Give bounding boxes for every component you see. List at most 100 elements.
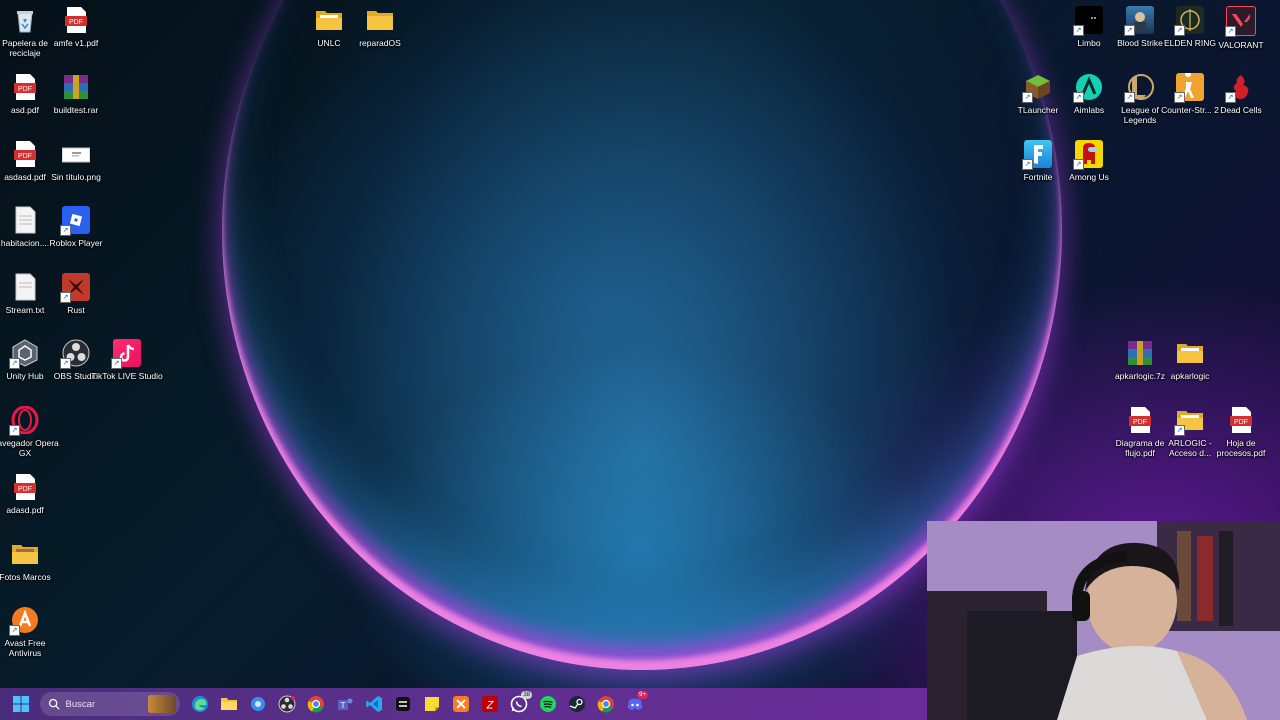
limbo-icon: ↗: [1073, 6, 1103, 36]
taskbar-capcut[interactable]: [390, 691, 416, 717]
pdf-icon: PDF: [1126, 406, 1154, 434]
text-file-icon: [11, 273, 39, 301]
taskbar-file-explorer[interactable]: [216, 691, 242, 717]
recycle-bin-icon: [11, 6, 39, 34]
shortcut-arrow-icon: ↗: [1174, 425, 1185, 436]
desktop-icon-among-us[interactable]: ↗ Among Us: [1053, 140, 1125, 182]
svg-text:PDF: PDF: [1133, 419, 1147, 426]
capcut-icon: [396, 697, 410, 711]
desktop-icon-label: Limbo: [1077, 38, 1101, 48]
shortcut-arrow-icon: ↗: [111, 358, 122, 369]
desktop-icon-label: Dead Cells: [1220, 105, 1262, 115]
taskbar-edge[interactable]: [187, 691, 213, 717]
taskbar-search-box[interactable]: Buscar: [39, 692, 180, 716]
desktop-icon-label: VALORANT: [1218, 40, 1264, 50]
valorant-icon: ↗: [1225, 6, 1256, 37]
taskbar-chrome[interactable]: [303, 691, 329, 717]
elden-ring-icon: ↗: [1174, 6, 1204, 36]
edge-icon: [192, 696, 208, 712]
desktop-icon-label: Stream.txt: [5, 305, 45, 315]
desktop-icon-label: Aimlabs: [1073, 105, 1105, 115]
vscode-icon: [366, 696, 382, 712]
opera-gx-icon: ↗: [9, 406, 39, 436]
shortcut-arrow-icon: ↗: [1022, 159, 1033, 170]
desktop-icon-label: Among Us: [1069, 172, 1109, 182]
shortcut-arrow-icon: ↗: [1073, 159, 1084, 170]
shortcut-arrow-icon: ↗: [1124, 92, 1135, 103]
desktop-icon-label: apkarlogic: [1170, 371, 1210, 381]
desktop-icon-valorant[interactable]: ↗ VALORANT: [1205, 6, 1277, 50]
chrome-icon: [597, 696, 614, 713]
desktop-icon-label: Navegador Opera GX: [0, 438, 59, 458]
desktop-icon-label: Fotos Marcos: [0, 572, 51, 582]
desktop-icon-apkarlogic[interactable]: apkarlogic: [1154, 339, 1226, 381]
desktop-icon-label: UNLC: [317, 38, 341, 48]
desktop-icon-fotos-marcos[interactable]: Fotos Marcos: [0, 540, 61, 582]
desktop-icon-label: asd.pdf: [11, 105, 39, 115]
desktop-icon-rust[interactable]: ↗ Rust: [40, 273, 112, 315]
desktop-icon-amfe-pdf[interactable]: PDF amfe v1.pdf: [40, 6, 112, 48]
shortcut-arrow-icon: ↗: [9, 358, 20, 369]
desktop-icon-hoja-de-procesos[interactable]: PDF Hoja de procesos.pdf: [1205, 406, 1277, 458]
start-button[interactable]: [8, 691, 34, 717]
desktop-icon-reparados[interactable]: reparadOS: [344, 6, 416, 48]
taskbar-teams[interactable]: T: [332, 691, 358, 717]
shortcut-arrow-icon: ↗: [1073, 25, 1084, 36]
svg-text:T: T: [341, 701, 346, 710]
taskbar-spotify[interactable]: [535, 691, 561, 717]
pdf-icon: PDF: [62, 6, 90, 34]
pdf-icon: PDF: [11, 73, 39, 101]
desktop-icon-opera-gx[interactable]: ↗ Navegador Opera GX: [0, 406, 61, 458]
folder-icon: ↗: [1174, 406, 1204, 436]
webcam-person-image: [927, 521, 1280, 720]
shortcut-arrow-icon: ↗: [1225, 26, 1236, 37]
blood-strike-icon: ↗: [1124, 6, 1154, 36]
desktop-icon-label: adasd.pdf: [6, 505, 44, 515]
desktop-icon-buildtest-rar[interactable]: buildtest.rar: [40, 73, 112, 115]
desktop-icon-label: buildtest.rar: [53, 105, 99, 115]
webcam-overlay: [927, 521, 1280, 720]
taskbar-filezilla[interactable]: Z: [477, 691, 503, 717]
taskbar-sticky-notes[interactable]: [419, 691, 445, 717]
search-highlight-image: [147, 695, 176, 713]
tlauncher-icon: ↗: [1022, 73, 1052, 103]
winrar-icon: [1126, 339, 1154, 367]
fortnite-icon: ↗: [1022, 140, 1052, 170]
taskbar-vscode[interactable]: [361, 691, 387, 717]
desktop-icon-adasd-pdf[interactable]: PDF adasd.pdf: [0, 473, 61, 515]
desktop-icon-tiktok-live[interactable]: ↗ TikTok LIVE Studio: [91, 339, 163, 381]
aimlabs-icon: ↗: [1073, 73, 1103, 103]
image-file-icon: [62, 140, 90, 168]
taskbar-discord[interactable]: 9+: [622, 691, 648, 717]
folder-icon: [11, 540, 39, 568]
desktop-icon-avast[interactable]: ↗ Avast Free Antivirus: [0, 606, 61, 658]
desktop-icon-label: TikTok LIVE Studio: [91, 371, 163, 381]
taskbar-app-blue[interactable]: [245, 691, 271, 717]
desktop-icon-label: amfe v1.pdf: [53, 38, 99, 48]
taskbar-chrome-alt[interactable]: [593, 691, 619, 717]
obs-icon: ↗: [60, 339, 90, 369]
windows-icon: [13, 696, 29, 712]
desktop-icon-label: Rust: [67, 305, 85, 315]
winrar-icon: [62, 73, 90, 101]
svg-text:PDF: PDF: [69, 19, 83, 26]
file-explorer-icon: [221, 698, 237, 710]
search-placeholder: Buscar: [65, 698, 96, 710]
svg-text:PDF: PDF: [1234, 419, 1248, 426]
taskbar: Buscar T Z 38 9+: [0, 688, 927, 720]
league-of-legends-icon: ↗: [1124, 73, 1154, 103]
taskbar-obs[interactable]: [274, 691, 300, 717]
desktop-icon-roblox[interactable]: ↗ Roblox Player: [40, 206, 112, 248]
xampp-icon: [453, 696, 469, 712]
spotify-icon: [540, 696, 556, 712]
desktop-icon-dead-cells[interactable]: ↗ Dead Cells: [1205, 73, 1277, 115]
taskbar-xampp[interactable]: [448, 691, 474, 717]
whatsapp-unread-badge: 38: [521, 691, 532, 699]
taskbar-whatsapp[interactable]: 38: [506, 691, 532, 717]
among-us-icon: ↗: [1073, 140, 1103, 170]
teams-icon: T: [338, 698, 353, 710]
text-file-icon: [11, 206, 39, 234]
svg-text:PDF: PDF: [18, 486, 32, 493]
desktop-icon-sin-titulo-png[interactable]: Sin título.png: [40, 140, 112, 182]
taskbar-steam[interactable]: [564, 691, 590, 717]
